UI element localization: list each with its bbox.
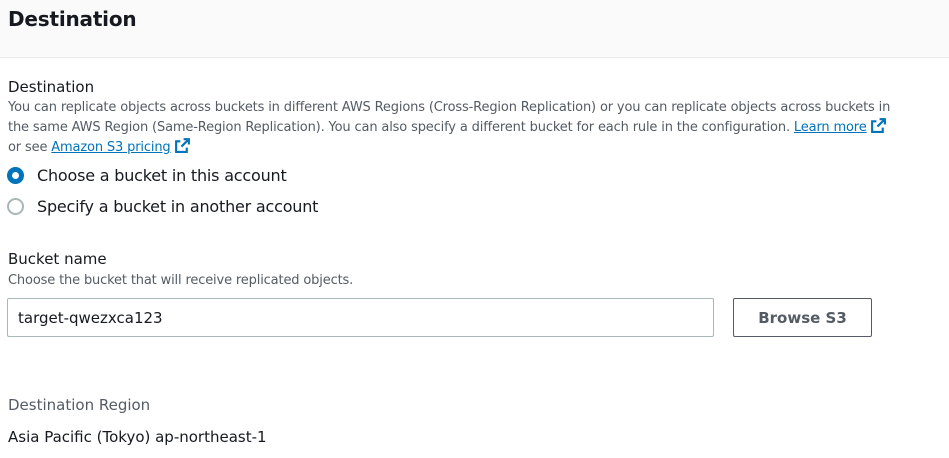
- learn-more-label: Learn more: [793, 120, 867, 135]
- external-link-icon: [174, 138, 190, 153]
- bucket-name-label: Bucket name: [8, 250, 107, 268]
- radio-button-selected[interactable]: [7, 167, 24, 184]
- bucket-name-input[interactable]: [7, 298, 714, 337]
- radio-another-account[interactable]: Specify a bucket in another account: [7, 197, 318, 216]
- s3-pricing-link[interactable]: Amazon S3 pricing: [51, 138, 190, 155]
- radio-another-account-label: Specify a bucket in another account: [37, 197, 319, 216]
- s3-pricing-label: Amazon S3 pricing: [51, 140, 171, 155]
- destination-label: Destination: [8, 78, 95, 96]
- bucket-name-description: Choose the bucket that will receive repl…: [8, 273, 354, 288]
- destination-region-label: Destination Region: [8, 396, 151, 414]
- destination-field: Destination You can replicate objects ac…: [8, 76, 948, 157]
- description-line-1: You can replicate objects across buckets…: [8, 100, 891, 115]
- external-link-icon: [870, 118, 886, 133]
- radio-this-account[interactable]: Choose a bucket in this account: [7, 166, 287, 185]
- learn-more-link[interactable]: Learn more: [793, 118, 887, 135]
- section-title: Destination: [8, 7, 137, 31]
- radio-button[interactable]: [7, 198, 24, 215]
- section-header: Destination: [0, 0, 949, 58]
- browse-s3-button[interactable]: Browse S3: [733, 298, 872, 337]
- description-line-2: the same AWS Region (Same-Region Replica…: [8, 120, 790, 135]
- destination-region-value: Asia Pacific (Tokyo) ap-northeast-1: [8, 428, 267, 446]
- or-see-text: or see: [8, 140, 48, 155]
- destination-description: You can replicate objects across buckets…: [8, 98, 948, 157]
- radio-this-account-label: Choose a bucket in this account: [37, 166, 287, 185]
